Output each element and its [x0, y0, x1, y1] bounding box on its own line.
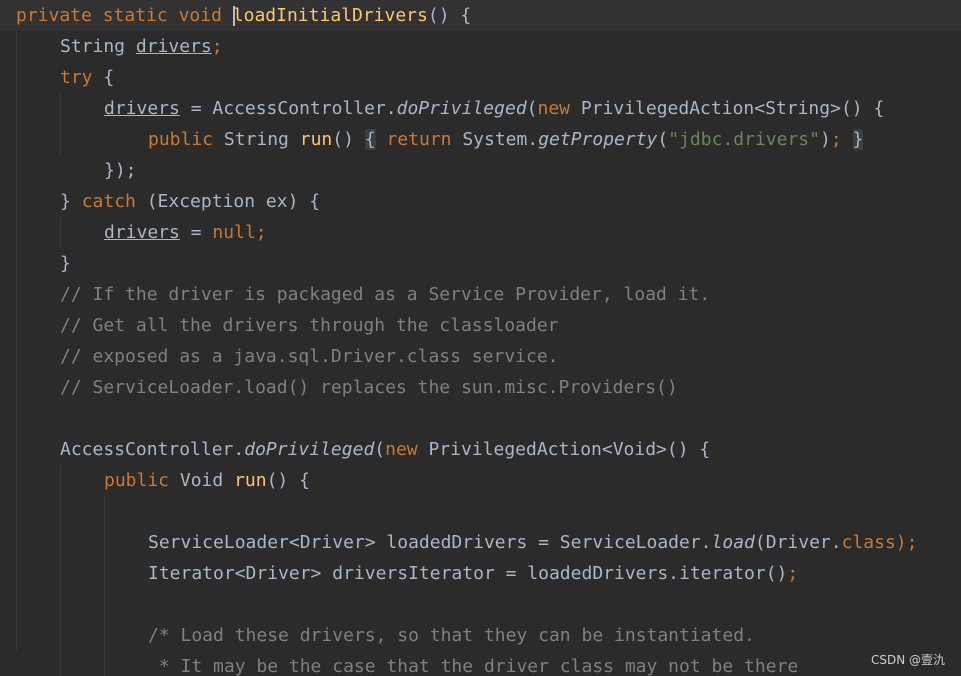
keyword-try: try: [60, 67, 93, 88]
code-token: ServiceLoader<Driver> loadedDrivers = Se…: [148, 532, 712, 553]
code-token: }: [60, 253, 71, 274]
comment-line: /* Load these drivers, so that they can …: [148, 625, 755, 646]
code-token: (: [526, 98, 538, 119]
code-token: AccessController.: [60, 439, 245, 460]
code-line-16[interactable]: public Void run() {: [0, 465, 961, 496]
code-token: );: [895, 532, 918, 553]
code-line-15[interactable]: AccessController.doPrivileged(new Privil…: [0, 434, 961, 465]
code-line-5[interactable]: public String run() { return System.getP…: [0, 124, 961, 155]
code-line-12[interactable]: // exposed as a java.sql.Driver.class se…: [0, 341, 961, 372]
comment-line: // ServiceLoader.load() replaces the sun…: [60, 377, 678, 398]
method-name: run: [234, 470, 267, 491]
variable-drivers: drivers: [104, 98, 180, 119]
variable-drivers: drivers: [135, 36, 212, 57]
code-token: (Exception ex) {: [135, 191, 321, 212]
code-line-13[interactable]: // ServiceLoader.load() replaces the sun…: [0, 372, 961, 403]
comment-line: // If the driver is packaged as a Servic…: [60, 284, 711, 305]
code-token: () {: [427, 5, 472, 26]
code-line-18[interactable]: ServiceLoader<Driver> loadedDrivers = Se…: [0, 527, 961, 558]
method-name: loadInitialDrivers: [232, 5, 428, 26]
code-line-22[interactable]: * It may be the case that the driver cla…: [0, 651, 961, 676]
code-line-9[interactable]: }: [0, 248, 961, 279]
code-token: {: [92, 67, 115, 88]
code-line-19[interactable]: Iterator<Driver> driversIterator = loade…: [0, 558, 961, 589]
code-line-2[interactable]: String drivers;: [0, 31, 961, 62]
code-token: = AccessController.: [179, 98, 397, 119]
code-token: (: [657, 129, 669, 150]
string-literal: "jdbc.drivers": [668, 129, 820, 150]
code-token: Iterator<Driver> driversIterator = loade…: [148, 563, 788, 584]
keyword-new: new: [385, 439, 418, 460]
code-token: PrivilegedAction<Void>() {: [417, 439, 711, 460]
code-line-3[interactable]: try {: [0, 62, 961, 93]
folded-brace-close[interactable]: }: [852, 129, 864, 150]
code-editor[interactable]: private static void loadInitialDrivers()…: [0, 0, 961, 676]
code-token: ): [819, 129, 831, 150]
keyword-static: static: [102, 5, 168, 26]
code-line-6[interactable]: });: [0, 155, 961, 186]
type-token: String: [60, 36, 126, 57]
code-token: =: [179, 222, 213, 243]
comment-line: // Get all the drivers through the class…: [60, 315, 559, 336]
code-token: (Driver.: [754, 532, 842, 553]
semicolon: ;: [787, 563, 799, 584]
code-line-11[interactable]: // Get all the drivers through the class…: [0, 310, 961, 341]
code-token: }: [60, 191, 82, 212]
keyword-new: new: [537, 98, 571, 119]
code-token: String: [213, 129, 300, 150]
code-token: PrivilegedAction<String>() {: [570, 98, 885, 119]
keyword-return: return: [386, 129, 452, 150]
variable-drivers: drivers: [104, 222, 180, 243]
code-token: (: [374, 439, 386, 460]
watermark: CSDN @壹氿: [870, 653, 945, 667]
folded-brace-open[interactable]: {: [364, 129, 376, 150]
code-token: Void: [169, 470, 235, 491]
code-token: System.: [451, 129, 539, 150]
keyword-catch: catch: [81, 191, 136, 212]
semicolon: ;: [211, 36, 223, 57]
method-call: load: [711, 532, 755, 553]
code-token: (): [332, 129, 365, 150]
method-call: doPrivileged: [244, 439, 375, 460]
code-line-21[interactable]: /* Load these drivers, so that they can …: [0, 620, 961, 651]
code-line-7[interactable]: } catch (Exception ex) {: [0, 186, 961, 217]
comment-line: * It may be the case that the driver cla…: [148, 656, 799, 676]
code-line-10[interactable]: // If the driver is packaged as a Servic…: [0, 279, 961, 310]
code-line-4[interactable]: drivers = AccessController.doPrivileged(…: [0, 93, 961, 124]
code-token: () {: [266, 470, 310, 491]
keyword-private: private: [16, 5, 92, 26]
semicolon: ;: [830, 129, 842, 150]
method-call: doPrivileged: [396, 98, 527, 119]
method-name: run: [299, 129, 333, 150]
keyword-null: null;: [212, 222, 267, 243]
keyword-public: public: [104, 470, 170, 491]
code-token: });: [104, 160, 137, 181]
code-line-1[interactable]: private static void loadInitialDrivers()…: [0, 0, 961, 31]
code-line-8[interactable]: drivers = null;: [0, 217, 961, 248]
keyword-void: void: [178, 5, 222, 26]
comment-line: // exposed as a java.sql.Driver.class se…: [60, 346, 559, 367]
method-call: getProperty: [538, 129, 658, 150]
keyword-class: class: [841, 532, 896, 553]
keyword-public: public: [148, 129, 214, 150]
